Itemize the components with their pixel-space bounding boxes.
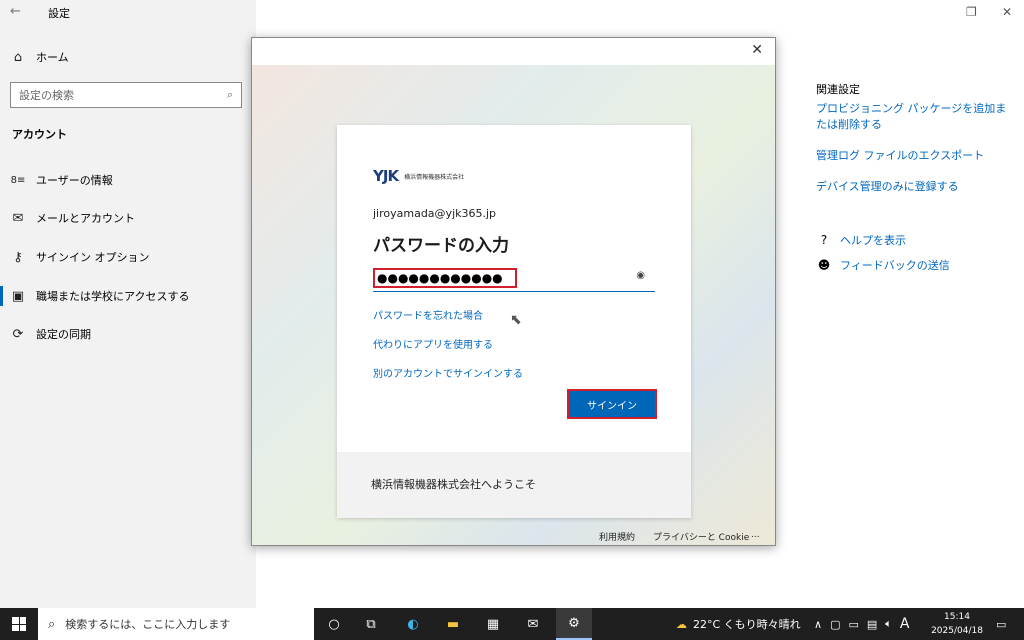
page-title: パスワードの入力: [373, 236, 509, 256]
sidebar-item-label: サインイン オプション: [36, 251, 150, 264]
weather-text: 22°C くもり時々晴れ: [693, 618, 801, 631]
search-icon: ⌕: [48, 616, 56, 632]
weather-icon: ☁: [676, 617, 687, 631]
task-view-icon[interactable]: ⧉: [356, 608, 386, 640]
welcome-text: 横浜情報機器株式会社へようこそ: [371, 478, 536, 491]
signin-button[interactable]: サインイン: [567, 389, 657, 419]
store-icon[interactable]: ▦: [476, 608, 510, 640]
feedback-link[interactable]: ☻ フィードバックの送信: [816, 257, 950, 273]
feedback-label: フィードバックの送信: [840, 259, 950, 272]
password-input[interactable]: ●●●●●●●●●●●●: [373, 268, 517, 288]
back-arrow-icon[interactable]: ←: [10, 4, 21, 19]
signin-dialog: ✕ YJK 横浜情報機器株式会社 jiroyamada@yjk365.jp パス…: [251, 37, 776, 546]
use-app-link[interactable]: 代わりにアプリを使用する: [373, 336, 493, 351]
cortana-icon[interactable]: ○: [318, 608, 350, 640]
related-settings-title: 関連設定: [816, 83, 860, 96]
notification-icon[interactable]: ▭: [996, 608, 1006, 640]
sidebar-item-signin-options[interactable]: ⚷ サインイン オプション: [0, 242, 256, 272]
logo-mark: YJK: [373, 167, 399, 185]
network-icon[interactable]: ▤: [867, 618, 877, 631]
file-explorer-icon[interactable]: ▬: [436, 608, 470, 640]
taskbar-search-input[interactable]: 検索するには、ここに入力します: [65, 616, 230, 632]
account-email: jiroyamada@yjk365.jp: [373, 207, 497, 220]
feedback-icon: ☻: [817, 258, 831, 272]
clock-date: 2025/04/18: [931, 626, 983, 636]
sidebar-item-label: 職場または学校にアクセスする: [36, 290, 190, 303]
help-icon: ?: [820, 233, 828, 247]
user-info-icon: 8≡: [10, 174, 26, 186]
nav-home-label: ホーム: [36, 51, 69, 64]
forgot-password-link[interactable]: パスワードを忘れた場合: [373, 307, 483, 322]
nav-home[interactable]: ⌂ ホーム: [0, 42, 256, 72]
dialog-background: YJK 横浜情報機器株式会社 jiroyamada@yjk365.jp パスワー…: [252, 65, 775, 545]
sidebar-item-sync[interactable]: ⟳ 設定の同期: [0, 319, 256, 349]
taskbar-search[interactable]: ⌕ 検索するには、ここに入力します: [38, 608, 314, 640]
privacy-link[interactable]: プライバシーと Cookie: [653, 530, 749, 543]
sidebar-item-work-school[interactable]: ▣ 職場または学校にアクセスする: [0, 281, 256, 311]
sidebar-item-user-info[interactable]: 8≡ ユーザーの情報: [0, 165, 256, 195]
terms-link[interactable]: 利用規約: [599, 530, 635, 543]
edge-icon[interactable]: ◐: [396, 608, 430, 640]
help-label: ヘルプを表示: [840, 234, 906, 247]
sidebar-item-mail-accounts[interactable]: ✉ メールとアカウント: [0, 203, 256, 233]
other-account-link[interactable]: 別のアカウントでサインインする: [373, 365, 523, 380]
mouse-cursor-icon: ⬉: [510, 312, 522, 328]
app-title: 設定: [48, 7, 70, 20]
welcome-banner: 横浜情報機器株式会社へようこそ: [337, 452, 691, 518]
briefcase-icon: ▣: [11, 288, 25, 304]
settings-sidebar: ← 設定 ⌂ ホーム 設定の検索 ⌕ アカウント 8≡ ユーザーの情報 ✉ メー…: [0, 0, 256, 608]
close-window-icon[interactable]: ✕: [1002, 5, 1012, 19]
weather-widget[interactable]: ☁ 22°C くもり時々晴れ: [676, 608, 801, 640]
settings-app-icon[interactable]: ⚙: [556, 608, 592, 640]
key-icon: ⚷: [13, 249, 23, 265]
sidebar-item-label: ユーザーの情報: [36, 174, 113, 187]
meet-now-icon[interactable]: ▢: [830, 618, 840, 631]
home-icon: ⌂: [13, 49, 23, 65]
mail-app-icon[interactable]: ✉: [516, 608, 550, 640]
system-tray: ∧ ▢ ▭ ▤ 🔈︎ A: [814, 608, 909, 640]
chevron-up-icon[interactable]: ∧: [814, 618, 822, 631]
start-button[interactable]: [0, 608, 38, 640]
password-field[interactable]: ●●●●●●●●●●●● ◉: [373, 268, 655, 292]
settings-search-box[interactable]: 設定の検索 ⌕: [10, 82, 242, 108]
company-logo: YJK 横浜情報機器株式会社: [373, 167, 464, 185]
link-export-logs[interactable]: 管理ログ ファイルのエクスポート: [816, 148, 984, 164]
settings-search-input[interactable]: 設定の検索: [19, 87, 74, 103]
battery-icon[interactable]: ▭: [848, 618, 858, 631]
section-title: アカウント: [12, 128, 67, 141]
mail-icon: ✉: [12, 210, 24, 226]
link-provisioning[interactable]: プロビジョニング パッケージを追加または削除する: [816, 101, 1012, 133]
clock-time: 15:14: [944, 612, 970, 622]
help-link[interactable]: ? ヘルプを表示: [816, 232, 906, 248]
eye-icon[interactable]: ◉: [636, 270, 645, 281]
volume-icon[interactable]: 🔈︎: [885, 617, 892, 631]
clock[interactable]: 15:14 2025/04/18: [926, 610, 988, 638]
settings-titlebar: ← 設定: [0, 0, 256, 26]
sidebar-item-label: メールとアカウント: [36, 212, 135, 225]
ime-indicator[interactable]: A: [900, 616, 910, 632]
more-options-button[interactable]: ...: [751, 530, 760, 540]
logo-company-name: 横浜情報機器株式会社: [404, 173, 465, 181]
restore-icon[interactable]: ❐: [966, 5, 977, 19]
link-device-management[interactable]: デバイス管理のみに登録する: [816, 179, 959, 195]
windows-logo-icon: [12, 617, 26, 631]
search-icon: ⌕: [226, 88, 233, 101]
dialog-close-icon[interactable]: ✕: [751, 42, 763, 58]
sync-icon: ⟳: [12, 326, 24, 342]
taskbar: ⌕ 検索するには、ここに入力します ○ ⧉ ◐ ▬ ▦ ✉ ⚙ ☁ 22°C く…: [0, 608, 1024, 640]
sidebar-item-label: 設定の同期: [36, 328, 91, 341]
